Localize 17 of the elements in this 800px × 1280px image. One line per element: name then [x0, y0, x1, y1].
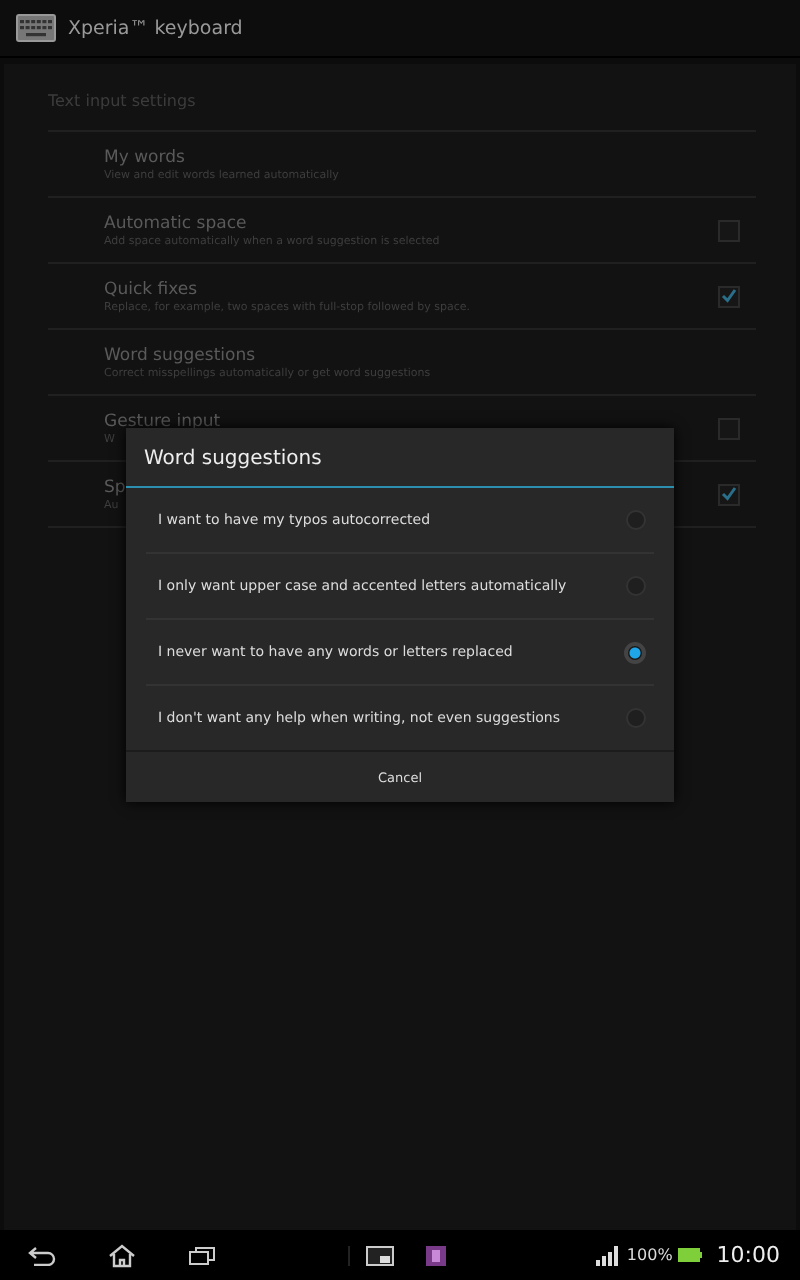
signal-icon — [596, 1245, 621, 1265]
window-icon[interactable] — [366, 1245, 394, 1265]
radio-button[interactable] — [624, 641, 646, 663]
battery-percentage: 100% — [626, 1246, 673, 1264]
checkbox[interactable] — [718, 417, 740, 439]
back-icon[interactable] — [28, 1245, 56, 1265]
checkbox[interactable] — [718, 219, 740, 241]
dialog-title: Word suggestions — [126, 428, 674, 488]
app-icon[interactable] — [426, 1245, 446, 1265]
battery-icon — [678, 1248, 703, 1262]
app-title: Xperia™ keyboard — [68, 17, 243, 39]
clock: 10:00 — [716, 1242, 780, 1268]
home-icon[interactable] — [108, 1243, 136, 1267]
checkbox[interactable] — [718, 285, 740, 307]
checkbox[interactable] — [718, 483, 740, 505]
keyboard-icon — [16, 14, 56, 42]
recent-apps-icon[interactable] — [188, 1245, 216, 1265]
